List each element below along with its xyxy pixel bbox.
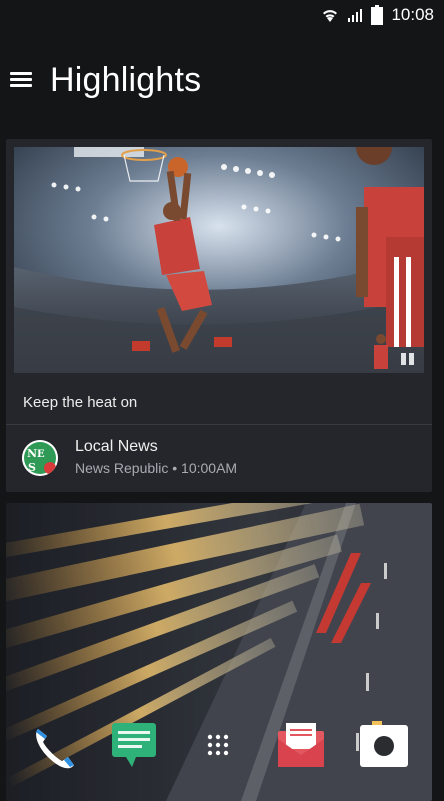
svg-text:S: S	[28, 461, 36, 474]
signal-icon	[348, 9, 363, 22]
card-divider	[6, 424, 432, 425]
hamburger-menu-icon[interactable]	[10, 70, 36, 90]
page-title: Highlights	[50, 60, 202, 99]
card-headline[interactable]: Keep the heat on	[23, 394, 137, 411]
source-row[interactable]: N E S Local News News Republic • 10:00AM	[22, 437, 237, 478]
app-header: Highlights	[0, 52, 444, 108]
mail-icon[interactable]	[272, 715, 332, 775]
status-bar: 10:08	[0, 0, 444, 30]
basketball-dunk-photo[interactable]	[14, 147, 424, 373]
svg-text:N: N	[27, 447, 37, 460]
video-pause-icon	[401, 353, 414, 365]
app-drawer-icon[interactable]	[190, 715, 250, 775]
phone-icon[interactable]	[24, 715, 84, 775]
source-name: Local News	[75, 438, 158, 455]
status-time: 10:08	[391, 5, 434, 24]
svg-text:E: E	[37, 449, 45, 460]
basketball-scene	[14, 147, 424, 373]
wifi-icon	[323, 10, 338, 22]
source-meta: News Republic • 10:00AM	[75, 460, 238, 476]
messages-icon[interactable]	[106, 715, 166, 775]
source-text: Local News News Republic • 10:00AM	[75, 437, 237, 478]
battery-icon	[371, 5, 384, 25]
news-card[interactable]: Keep the heat on N E S Local News News R…	[6, 139, 432, 492]
camera-icon[interactable]	[354, 715, 414, 775]
news-republic-logo-icon: N E S	[22, 439, 58, 476]
app-dock	[0, 715, 444, 785]
